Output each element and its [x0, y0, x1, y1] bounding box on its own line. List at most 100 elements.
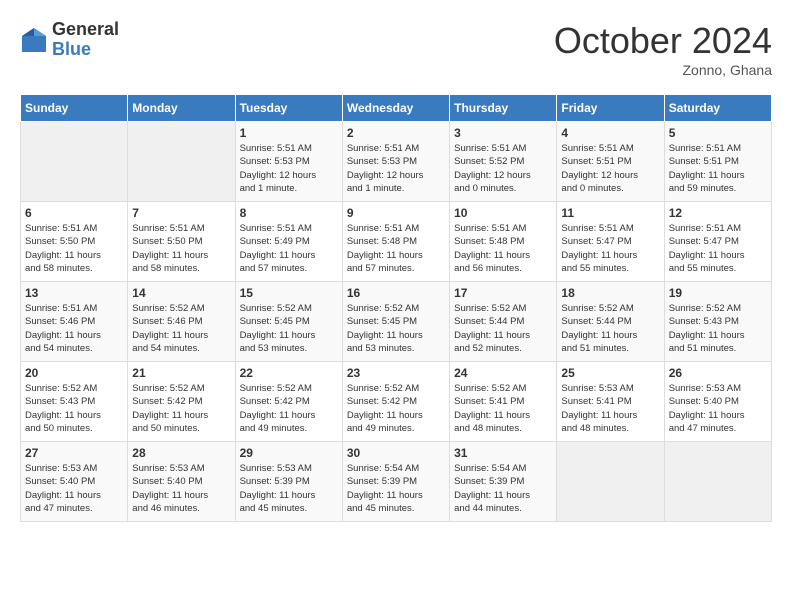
page-header: General Blue October 2024 Zonno, Ghana	[20, 20, 772, 78]
title-block: October 2024 Zonno, Ghana	[554, 20, 772, 78]
calendar-cell: 13Sunrise: 5:51 AMSunset: 5:46 PMDayligh…	[21, 282, 128, 362]
day-number: 18	[561, 286, 659, 300]
logo-blue: Blue	[52, 40, 119, 60]
calendar-cell: 16Sunrise: 5:52 AMSunset: 5:45 PMDayligh…	[342, 282, 449, 362]
calendar-cell: 7Sunrise: 5:51 AMSunset: 5:50 PMDaylight…	[128, 202, 235, 282]
column-header-monday: Monday	[128, 95, 235, 122]
day-info: Sunrise: 5:52 AMSunset: 5:43 PMDaylight:…	[25, 382, 123, 435]
calendar-cell: 19Sunrise: 5:52 AMSunset: 5:43 PMDayligh…	[664, 282, 771, 362]
day-number: 21	[132, 366, 230, 380]
day-number: 30	[347, 446, 445, 460]
day-info: Sunrise: 5:52 AMSunset: 5:43 PMDaylight:…	[669, 302, 767, 355]
day-number: 9	[347, 206, 445, 220]
calendar-cell: 8 Sunrise: 5:51 AMSunset: 5:49 PMDaylight…	[235, 202, 342, 282]
location: Zonno, Ghana	[554, 62, 772, 78]
calendar-cell: 26 Sunrise: 5:53 AMSunset: 5:40 PMDayligh…	[664, 362, 771, 442]
day-number: 29	[240, 446, 338, 460]
month-title: October 2024	[554, 20, 772, 62]
calendar-cell: 6Sunrise: 5:51 AMSunset: 5:50 PMDaylight…	[21, 202, 128, 282]
calendar-cell: 27 Sunrise: 5:53 AMSunset: 5:40 PMDayligh…	[21, 442, 128, 522]
day-info: Sunrise: 5:52 AMSunset: 5:45 PMDaylight:…	[240, 302, 338, 355]
day-info: Sunrise: 5:51 AMSunset: 5:48 PMDaylight:…	[347, 222, 445, 275]
logo: General Blue	[20, 20, 119, 60]
calendar-cell	[128, 122, 235, 202]
day-number: 23	[347, 366, 445, 380]
header-row: SundayMondayTuesdayWednesdayThursdayFrid…	[21, 95, 772, 122]
day-number: 31	[454, 446, 552, 460]
day-number: 8	[240, 206, 338, 220]
calendar-cell: 9 Sunrise: 5:51 AMSunset: 5:48 PMDaylight…	[342, 202, 449, 282]
day-info: Sunrise: 5:52 AMSunset: 5:44 PMDaylight:…	[454, 302, 552, 355]
day-info: Sunrise: 5:51 AMSunset: 5:50 PMDaylight:…	[132, 222, 230, 275]
day-info: Sunrise: 5:52 AMSunset: 5:42 PMDaylight:…	[132, 382, 230, 435]
day-info: Sunrise: 5:53 AMSunset: 5:39 PMDaylight:…	[240, 462, 338, 515]
calendar-cell	[21, 122, 128, 202]
day-info: Sunrise: 5:53 AMSunset: 5:40 PMDaylight:…	[132, 462, 230, 515]
column-header-saturday: Saturday	[664, 95, 771, 122]
logo-icon	[20, 26, 48, 54]
day-number: 3	[454, 126, 552, 140]
day-info: Sunrise: 5:52 AMSunset: 5:42 PMDaylight:…	[347, 382, 445, 435]
day-info: Sunrise: 5:51 AMSunset: 5:53 PMDaylight:…	[240, 142, 338, 195]
day-info: Sunrise: 5:51 AMSunset: 5:47 PMDaylight:…	[669, 222, 767, 275]
day-number: 27	[25, 446, 123, 460]
day-info: Sunrise: 5:51 AMSunset: 5:50 PMDaylight:…	[25, 222, 123, 275]
day-info: Sunrise: 5:51 AMSunset: 5:48 PMDaylight:…	[454, 222, 552, 275]
day-info: Sunrise: 5:51 AMSunset: 5:51 PMDaylight:…	[669, 142, 767, 195]
column-header-wednesday: Wednesday	[342, 95, 449, 122]
calendar-cell: 11 Sunrise: 5:51 AMSunset: 5:47 PMDayligh…	[557, 202, 664, 282]
day-info: Sunrise: 5:52 AMSunset: 5:46 PMDaylight:…	[132, 302, 230, 355]
calendar-cell: 28 Sunrise: 5:53 AMSunset: 5:40 PMDayligh…	[128, 442, 235, 522]
calendar-cell: 15Sunrise: 5:52 AMSunset: 5:45 PMDayligh…	[235, 282, 342, 362]
day-info: Sunrise: 5:54 AMSunset: 5:39 PMDaylight:…	[454, 462, 552, 515]
day-info: Sunrise: 5:53 AMSunset: 5:40 PMDaylight:…	[25, 462, 123, 515]
day-info: Sunrise: 5:51 AMSunset: 5:49 PMDaylight:…	[240, 222, 338, 275]
calendar-cell: 12 Sunrise: 5:51 AMSunset: 5:47 PMDayligh…	[664, 202, 771, 282]
day-number: 11	[561, 206, 659, 220]
column-header-thursday: Thursday	[450, 95, 557, 122]
calendar-cell: 22Sunrise: 5:52 AMSunset: 5:42 PMDayligh…	[235, 362, 342, 442]
calendar-cell: 14 Sunrise: 5:52 AMSunset: 5:46 PMDayligh…	[128, 282, 235, 362]
day-info: Sunrise: 5:53 AMSunset: 5:41 PMDaylight:…	[561, 382, 659, 435]
calendar-cell: 20 Sunrise: 5:52 AMSunset: 5:43 PMDayligh…	[21, 362, 128, 442]
day-number: 14	[132, 286, 230, 300]
day-number: 17	[454, 286, 552, 300]
calendar-cell: 29 Sunrise: 5:53 AMSunset: 5:39 PMDayligh…	[235, 442, 342, 522]
day-info: Sunrise: 5:51 AMSunset: 5:47 PMDaylight:…	[561, 222, 659, 275]
day-info: Sunrise: 5:51 AMSunset: 5:53 PMDaylight:…	[347, 142, 445, 195]
calendar-cell: 25 Sunrise: 5:53 AMSunset: 5:41 PMDayligh…	[557, 362, 664, 442]
day-number: 10	[454, 206, 552, 220]
day-info: Sunrise: 5:53 AMSunset: 5:40 PMDaylight:…	[669, 382, 767, 435]
day-info: Sunrise: 5:52 AMSunset: 5:42 PMDaylight:…	[240, 382, 338, 435]
calendar-cell: 31 Sunrise: 5:54 AMSunset: 5:39 PMDayligh…	[450, 442, 557, 522]
day-number: 26	[669, 366, 767, 380]
calendar-cell: 23 Sunrise: 5:52 AMSunset: 5:42 PMDayligh…	[342, 362, 449, 442]
day-info: Sunrise: 5:51 AMSunset: 5:52 PMDaylight:…	[454, 142, 552, 195]
day-info: Sunrise: 5:51 AMSunset: 5:51 PMDaylight:…	[561, 142, 659, 195]
day-number: 4	[561, 126, 659, 140]
calendar-cell: 1Sunrise: 5:51 AMSunset: 5:53 PMDaylight…	[235, 122, 342, 202]
calendar-cell: 18Sunrise: 5:52 AMSunset: 5:44 PMDayligh…	[557, 282, 664, 362]
day-number: 16	[347, 286, 445, 300]
calendar-cell	[664, 442, 771, 522]
week-row-3: 13Sunrise: 5:51 AMSunset: 5:46 PMDayligh…	[21, 282, 772, 362]
day-number: 2	[347, 126, 445, 140]
week-row-5: 27 Sunrise: 5:53 AMSunset: 5:40 PMDayligh…	[21, 442, 772, 522]
calendar-cell: 17 Sunrise: 5:52 AMSunset: 5:44 PMDayligh…	[450, 282, 557, 362]
logo-general: General	[52, 20, 119, 40]
calendar-cell	[557, 442, 664, 522]
day-number: 12	[669, 206, 767, 220]
calendar-cell: 21 Sunrise: 5:52 AMSunset: 5:42 PMDayligh…	[128, 362, 235, 442]
day-number: 20	[25, 366, 123, 380]
calendar-cell: 30 Sunrise: 5:54 AMSunset: 5:39 PMDayligh…	[342, 442, 449, 522]
day-number: 25	[561, 366, 659, 380]
day-number: 28	[132, 446, 230, 460]
week-row-1: 1Sunrise: 5:51 AMSunset: 5:53 PMDaylight…	[21, 122, 772, 202]
calendar-cell: 10 Sunrise: 5:51 AMSunset: 5:48 PMDayligh…	[450, 202, 557, 282]
column-header-tuesday: Tuesday	[235, 95, 342, 122]
day-info: Sunrise: 5:54 AMSunset: 5:39 PMDaylight:…	[347, 462, 445, 515]
column-header-sunday: Sunday	[21, 95, 128, 122]
day-number: 5	[669, 126, 767, 140]
column-header-friday: Friday	[557, 95, 664, 122]
week-row-4: 20 Sunrise: 5:52 AMSunset: 5:43 PMDayligh…	[21, 362, 772, 442]
